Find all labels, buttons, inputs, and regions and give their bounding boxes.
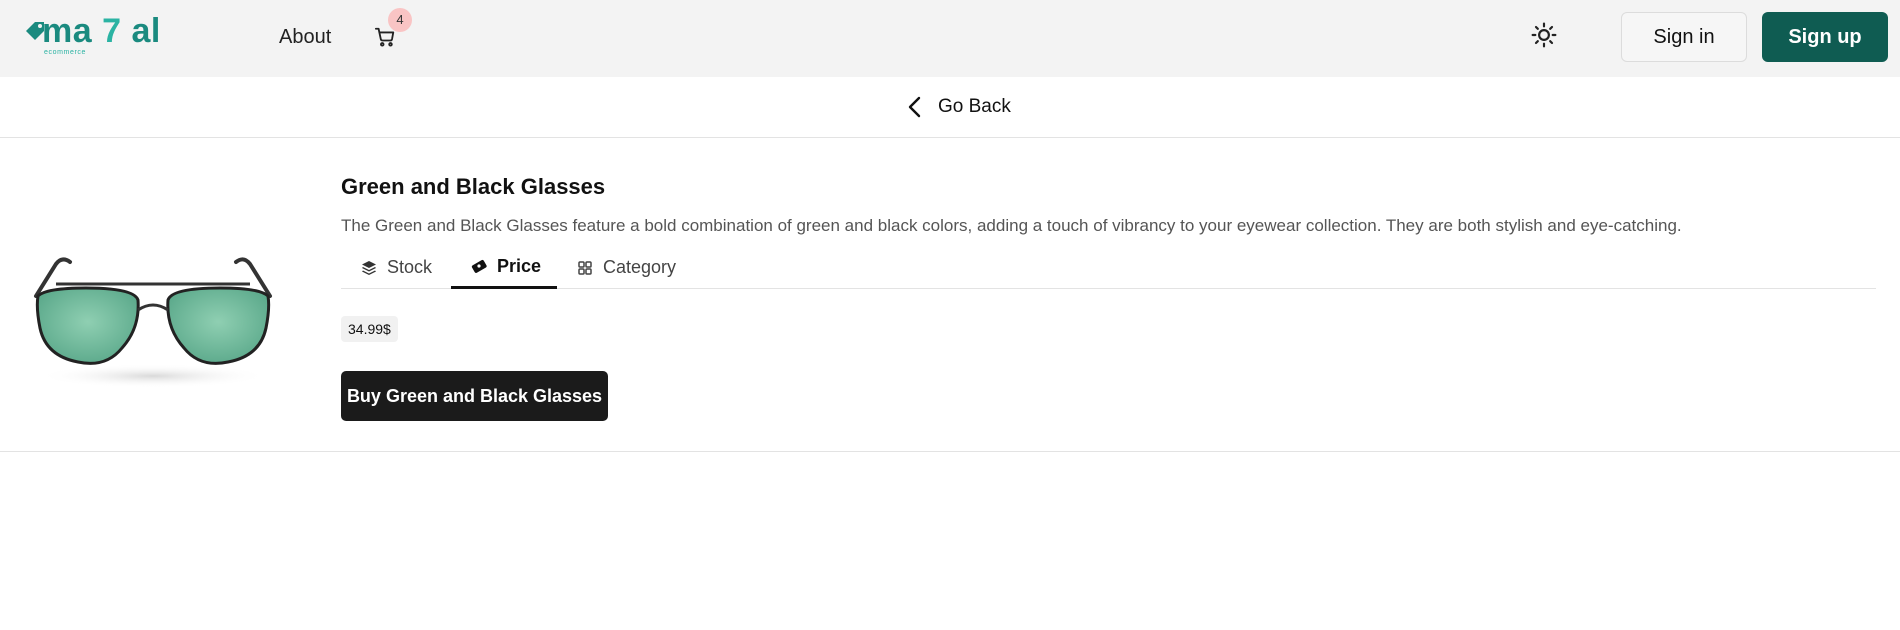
chevron-left-icon <box>908 96 921 118</box>
banknote-icon <box>471 259 487 273</box>
sign-up-button[interactable]: Sign up <box>1762 12 1888 62</box>
buy-button[interactable]: Buy Green and Black Glasses <box>341 371 608 421</box>
cart-count-badge: 4 <box>388 8 412 32</box>
top-navbar: ma 7 al ecommerce About 4 Sign in Sign u… <box>0 0 1900 77</box>
brand-logo[interactable]: ma 7 al ecommerce <box>24 10 174 60</box>
product-title: Green and Black Glasses <box>341 174 606 199</box>
nav-about-link[interactable]: About <box>279 26 331 49</box>
goback-bar: Go Back <box>0 77 1900 138</box>
go-back-button[interactable]: Go Back <box>906 92 1011 122</box>
tab-price-label: Price <box>497 255 542 276</box>
tab-stock[interactable]: Stock <box>361 246 432 289</box>
tab-category-label: Category <box>603 257 677 277</box>
go-back-label: Go Back <box>938 96 1011 117</box>
product-card: Green and Black Glasses The Green and Bl… <box>0 138 1900 452</box>
logo-subtitle: ecommerce <box>44 49 86 56</box>
sun-icon[interactable] <box>1531 22 1557 48</box>
tab-category[interactable]: Category <box>577 246 676 289</box>
product-tabs: Stock Price Category <box>341 246 1876 289</box>
grid-icon <box>578 260 592 275</box>
sign-in-button[interactable]: Sign in <box>1621 12 1747 62</box>
product-image <box>34 257 272 388</box>
logo-text: ma 7 al <box>42 12 161 50</box>
product-description: The Green and Black Glasses feature a bo… <box>341 216 1682 235</box>
tab-stock-label: Stock <box>387 257 433 277</box>
layers-icon <box>362 260 376 275</box>
tab-price[interactable]: Price <box>451 246 557 289</box>
price-badge: 34.99$ <box>341 316 398 342</box>
